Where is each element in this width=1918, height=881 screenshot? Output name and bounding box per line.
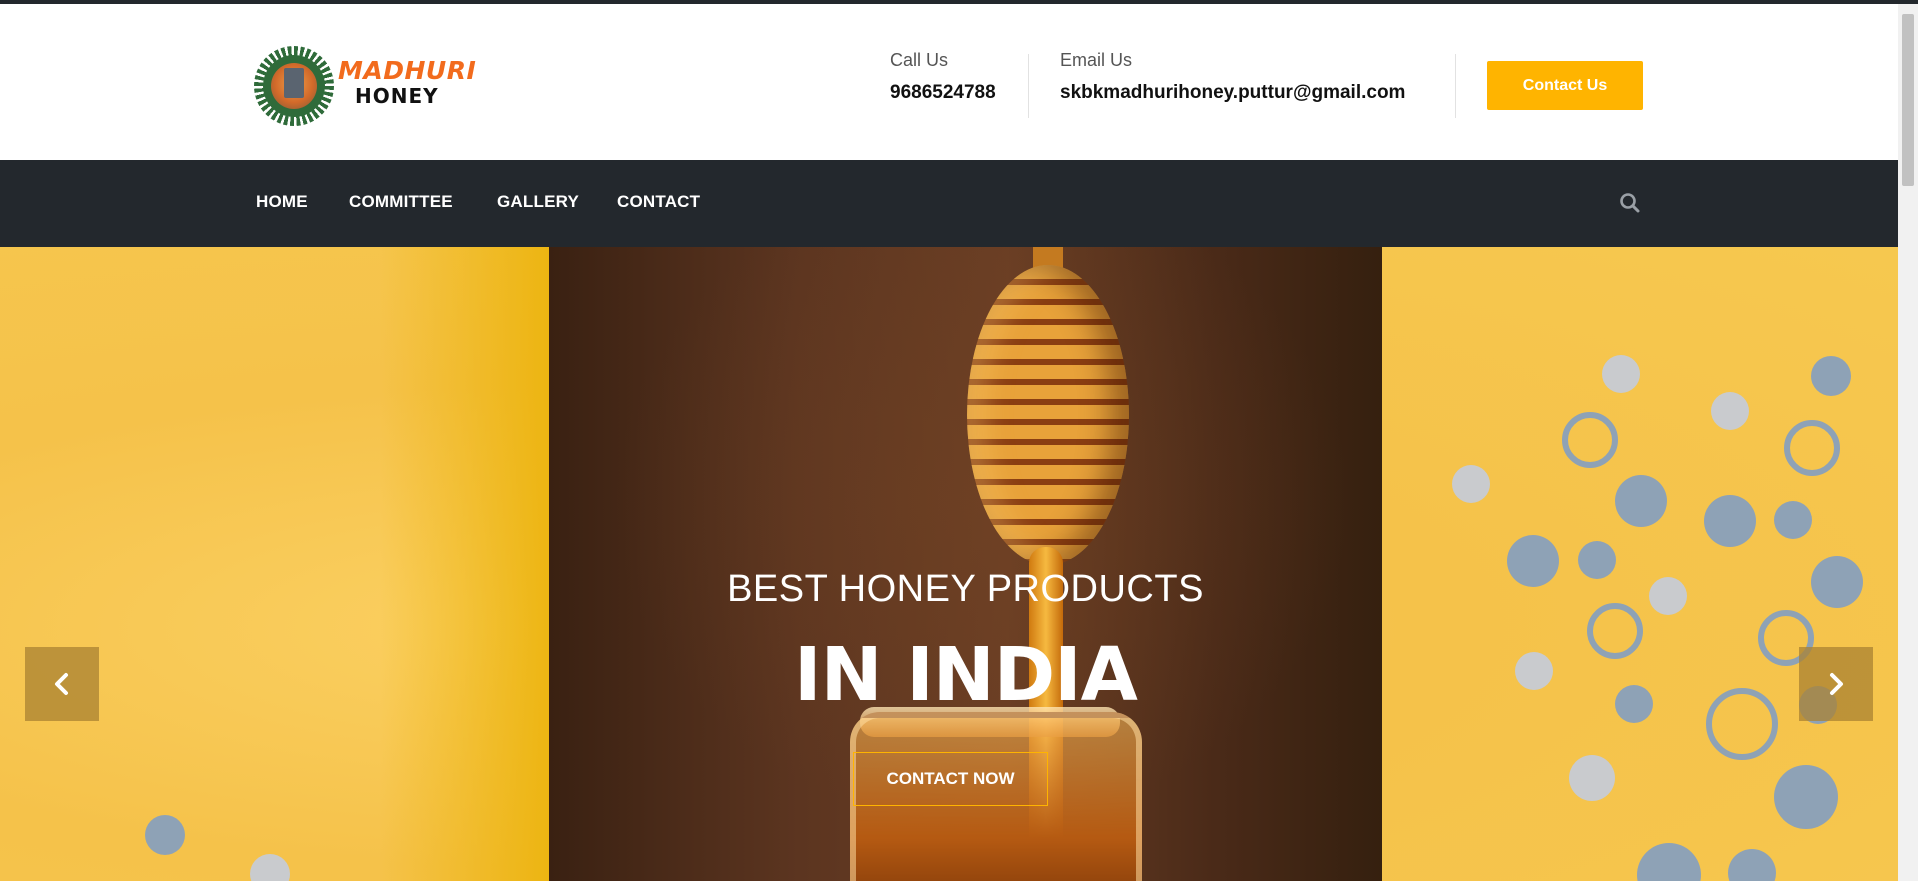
- call-us-number[interactable]: 9686524788: [890, 82, 996, 104]
- chevron-left-icon: [55, 673, 68, 695]
- decor-dot: [1711, 392, 1749, 430]
- nav-item-home[interactable]: HOME: [256, 192, 308, 212]
- hero-slider: BEST HONEY PRODUCTS IN INDIA CONTACT NOW: [0, 247, 1898, 881]
- call-us-label: Call Us: [890, 50, 949, 70]
- decor-dot: [1811, 556, 1863, 608]
- decor-dot: [1615, 685, 1653, 723]
- scrollbar-thumb[interactable]: [1902, 14, 1914, 186]
- hero-background-glow: [380, 247, 560, 881]
- hero-title: IN INDIA: [794, 632, 1138, 718]
- slider-prev-button[interactable]: [25, 647, 99, 721]
- email-us-address[interactable]: skbkmadhurihoney.puttur@gmail.com: [1060, 82, 1405, 104]
- page-scrollbar[interactable]: [1898, 4, 1918, 881]
- decor-ring: [1706, 688, 1778, 760]
- header-divider: [1455, 54, 1456, 118]
- chevron-right-icon: [1830, 673, 1843, 695]
- decor-dot: [1615, 475, 1667, 527]
- logo-seal-icon: [254, 46, 334, 126]
- slider-next-button[interactable]: [1799, 647, 1873, 721]
- search-icon[interactable]: [1619, 192, 1641, 214]
- nav-item-contact[interactable]: CONTACT: [617, 192, 700, 212]
- decor-dot: [1649, 577, 1687, 615]
- email-us-label: Email Us: [1060, 50, 1133, 70]
- decor-dot: [1602, 355, 1640, 393]
- decor-ring: [1784, 420, 1840, 476]
- decor-dot: [250, 854, 290, 881]
- decor-dot: [145, 815, 185, 855]
- email-us-block: Email Us skbkmadhurihoney.puttur@gmail.c…: [1060, 50, 1405, 104]
- contact-us-button[interactable]: Contact Us: [1487, 61, 1643, 110]
- decor-dot: [1704, 495, 1756, 547]
- decor-dot: [1811, 356, 1851, 396]
- decor-dot: [1452, 465, 1490, 503]
- decor-ring: [1562, 412, 1618, 468]
- site-logo[interactable]: MADHURI HONEY: [254, 42, 476, 126]
- decor-dot: [1774, 501, 1812, 539]
- decor-ring: [1587, 603, 1643, 659]
- decor-dot: [1569, 755, 1615, 801]
- decor-dot: [1507, 535, 1559, 587]
- logo-word-honey: HONEY: [355, 84, 439, 108]
- decor-dot: [1515, 652, 1553, 690]
- call-us-block: Call Us 9686524788: [890, 50, 996, 104]
- nav-item-gallery[interactable]: GALLERY: [497, 192, 579, 212]
- decor-dot: [1637, 843, 1701, 881]
- decor-dot: [1774, 765, 1838, 829]
- honey-dipper: [967, 265, 1129, 565]
- decor-dot: [1728, 849, 1776, 881]
- nav-item-committee[interactable]: COMMITTEE: [349, 192, 453, 212]
- site-header: MADHURI HONEY Call Us 9686524788 Email U…: [0, 4, 1898, 160]
- decor-dot: [1578, 541, 1616, 579]
- logo-word-madhuri: MADHURI: [338, 56, 477, 85]
- header-divider: [1028, 54, 1029, 118]
- hero-subtitle: BEST HONEY PRODUCTS: [727, 568, 1204, 610]
- contact-now-button[interactable]: CONTACT NOW: [853, 752, 1048, 806]
- main-nav: HOME COMMITTEE GALLERY CONTACT: [0, 160, 1898, 247]
